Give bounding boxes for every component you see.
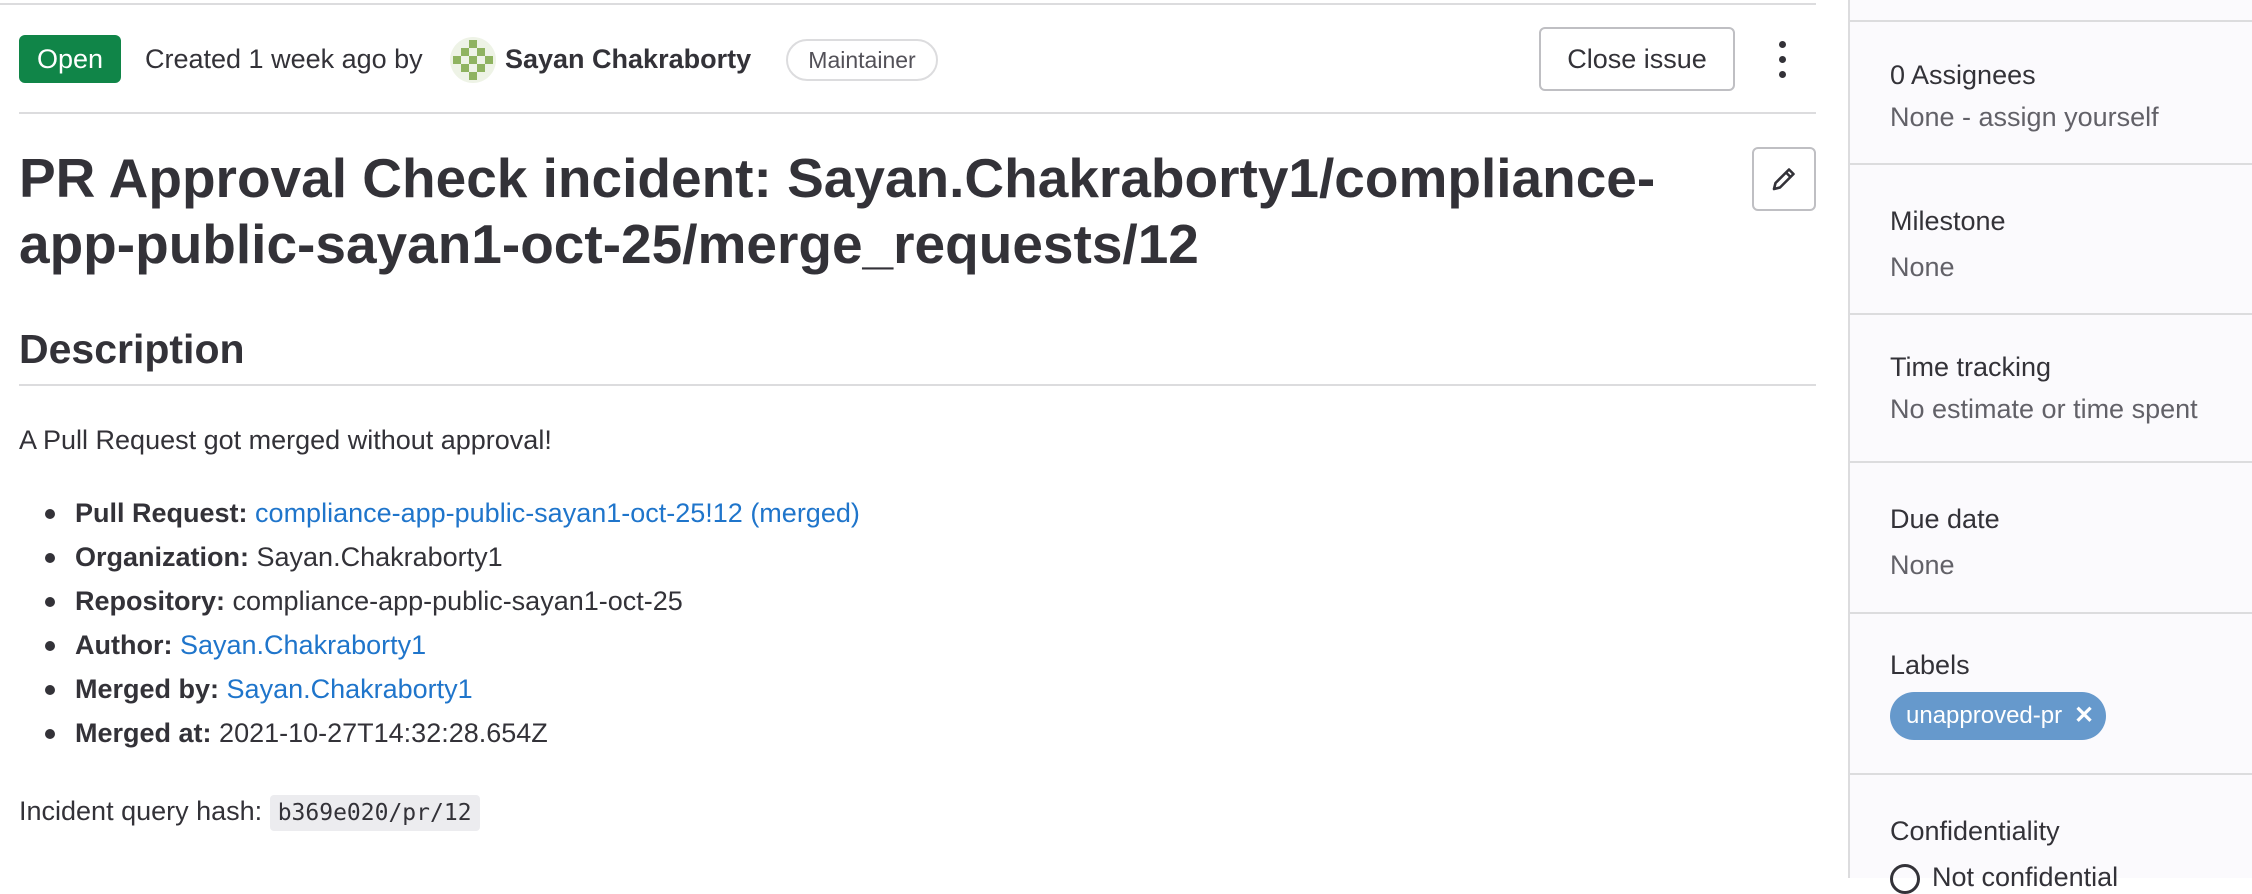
due-date-value: None [1890,550,1955,580]
pencil-icon [1772,168,1795,191]
sidebar-divider [1850,773,2252,775]
description-heading: Description [19,326,245,372]
author-link[interactable]: Sayan.Chakraborty1 [180,630,426,660]
pull-request-link[interactable]: compliance-app-public-sayan1-oct-25!12 (… [255,498,860,528]
list-item: Pull Request: compliance-app-public-saya… [19,496,860,540]
issue-main: Open Created 1 week ago by Sayan Chakrab… [0,0,1848,878]
sidebar-divider [1850,163,2252,165]
list-item: Merged at: 2021-10-27T14:32:28.654Z [19,716,860,760]
close-icon[interactable]: ✕ [2062,692,2106,740]
item-label: Merged by: [75,674,220,704]
created-text: Created 1 week ago by [145,44,423,74]
close-issue-button[interactable]: Close issue [1539,27,1735,91]
organization-value: Sayan.Chakraborty1 [256,542,503,572]
header-divider [19,112,1816,114]
sidebar-divider [1850,461,2252,463]
sidebar-divider [1850,20,2252,22]
confidentiality-value: Not confidential [1932,862,2119,892]
assign-yourself-link[interactable]: None - assign yourself [1890,100,2159,134]
time-tracking-value: No estimate or time spent [1890,394,2198,424]
due-date-title: Due date [1890,504,2000,534]
list-item: Author: Sayan.Chakraborty1 [19,628,860,672]
edit-title-button[interactable] [1752,147,1816,211]
assignees-title: 0 Assignees [1890,60,2036,90]
milestone-title: Milestone [1890,206,2006,236]
author-name[interactable]: Sayan Chakraborty [505,42,751,76]
milestone-value: None [1890,252,1955,282]
description-divider [19,384,1816,386]
description-intro: A Pull Request got merged without approv… [19,425,552,455]
sidebar-divider [1850,612,2252,614]
status-badge: Open [19,35,121,83]
item-label: Repository: [75,586,226,616]
label-unapproved-pr[interactable]: unapproved-pr ✕ [1890,692,2107,740]
confidentiality-title: Confidentiality [1890,816,2060,846]
merged-at-value: 2021-10-27T14:32:28.654Z [219,718,548,748]
top-divider [0,3,1816,5]
item-label: Pull Request: [75,498,248,528]
list-item: Repository: compliance-app-public-sayan1… [19,584,860,628]
issue-sidebar: 0 Assignees None - assign yourself Miles… [1848,0,2252,894]
repository-value: compliance-app-public-sayan1-oct-25 [232,586,683,616]
list-item: Organization: Sayan.Chakraborty1 [19,540,860,584]
item-label: Author: [75,630,173,660]
sidebar-divider [1850,313,2252,315]
eye-icon [1890,864,1920,894]
incident-details-list: Pull Request: compliance-app-public-saya… [19,496,860,760]
hash-label: Incident query hash: [19,796,263,826]
list-item: Merged by: Sayan.Chakraborty1 [19,672,860,716]
role-badge: Maintainer [786,39,938,81]
item-label: Merged at: [75,718,212,748]
label-text: unapproved-pr [1906,702,2063,729]
incident-hash: Incident query hash: b369e020/pr/12 [19,793,480,831]
avatar[interactable] [450,37,496,83]
hash-code: b369e020/pr/12 [269,795,480,831]
issue-title: PR Approval Check incident: Sayan.Chakra… [19,147,1656,275]
time-tracking-title: Time tracking [1890,352,2052,382]
labels-title: Labels [1890,650,1970,680]
merged-by-link[interactable]: Sayan.Chakraborty1 [227,674,473,704]
item-label: Organization: [75,542,249,572]
kebab-menu-icon[interactable] [1764,36,1800,82]
